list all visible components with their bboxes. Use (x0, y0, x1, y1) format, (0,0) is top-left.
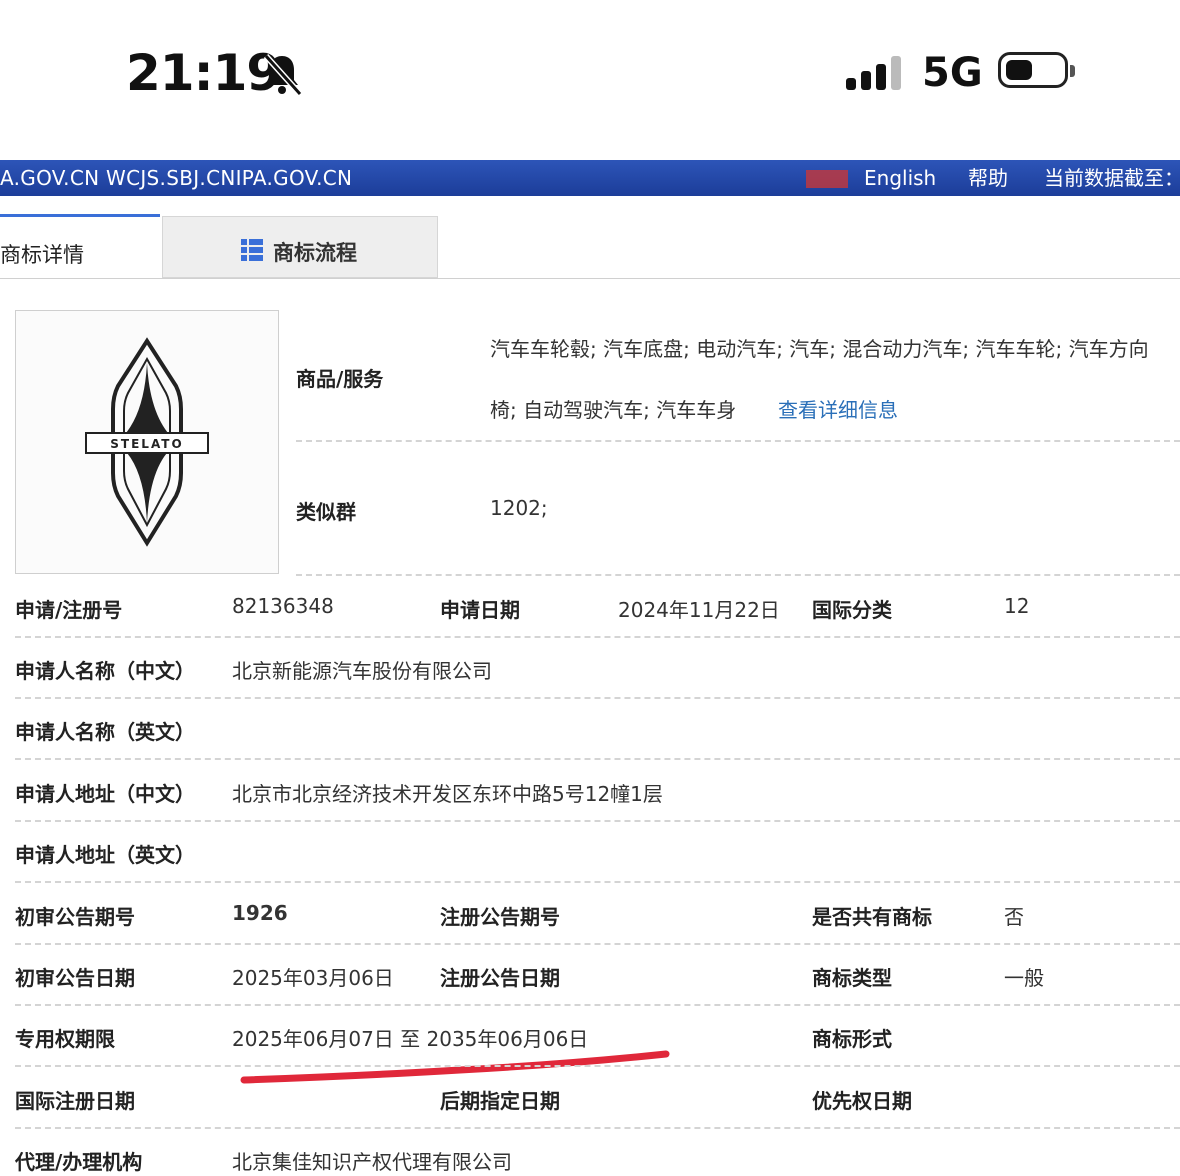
divider (296, 574, 1180, 576)
agent-value: 北京集佳知识产权代理有限公司 (232, 1150, 512, 1174)
intl-class-value: 12 (1004, 594, 1030, 618)
divider (15, 1127, 1180, 1129)
prelim-issue-label: 初审公告期号 (15, 905, 135, 929)
shared-label: 是否共有商标 (812, 905, 932, 929)
reg-issue-label: 注册公告期号 (440, 905, 560, 929)
priority-date-label: 优先权日期 (812, 1089, 912, 1113)
divider (296, 440, 1180, 442)
shared-value: 否 (1004, 905, 1024, 929)
divider (15, 820, 1180, 822)
flag-icon[interactable] (806, 170, 848, 188)
view-details-link[interactable]: 查看详细信息 (778, 394, 898, 423)
tab-trademark-process-label: 商标流程 (273, 241, 357, 265)
prelim-date-label: 初审公告日期 (15, 966, 135, 990)
intl-class-label: 国际分类 (812, 598, 892, 622)
stelato-logo: STELATO (85, 337, 209, 547)
intl-reg-date-label: 国际注册日期 (15, 1089, 135, 1113)
data-update-label: 当前数据截至： (1044, 166, 1180, 190)
tab-bar: 商标详情 商标流程 (0, 214, 1180, 279)
red-underline-annotation (240, 1050, 670, 1084)
english-link[interactable]: English (864, 160, 936, 196)
divider (15, 758, 1180, 760)
similar-group-label: 类似群 (296, 500, 356, 524)
term-label: 专用权期限 (15, 1027, 115, 1051)
address-cn-label: 申请人地址（中文） (15, 782, 195, 806)
trademark-image[interactable]: STELATO (15, 310, 279, 574)
applicant-en-label: 申请人名称（英文） (15, 720, 195, 744)
divider (15, 1004, 1180, 1006)
app-date-value: 2024年11月22日 (618, 598, 780, 622)
reg-no-value: 82136348 (232, 594, 334, 618)
tab-trademark-detail[interactable]: 商标详情 (0, 214, 160, 278)
applicant-cn-label: 申请人名称（中文） (15, 659, 195, 683)
help-link[interactable]: 帮助 (968, 160, 1008, 196)
address-cn-value: 北京市北京经济技术开发区东环中路5号12幢1层 (232, 782, 663, 806)
tab-trademark-process[interactable]: 商标流程 (162, 216, 438, 278)
signal-icon (846, 56, 906, 90)
site-header: A.GOV.CN WCJS.SBJ.CNIPA.GOV.CN English 帮… (0, 160, 1180, 196)
agent-label: 代理/办理机构 (15, 1150, 143, 1174)
list-icon (241, 239, 263, 261)
tab-trademark-detail-label: 商标详情 (0, 243, 84, 267)
prelim-date-value: 2025年03月06日 (232, 966, 394, 990)
reg-no-label: 申请/注册号 (15, 598, 123, 622)
similar-group-value: 1202; (490, 496, 548, 520)
type-value: 一般 (1004, 966, 1044, 990)
network-label: 5G (922, 50, 983, 96)
reg-date-label: 注册公告日期 (440, 966, 560, 990)
goods-line-2: 椅; 自动驾驶汽车; 汽车车身 (490, 398, 737, 422)
bell-muted-icon (263, 53, 303, 97)
goods-label: 商品/服务 (296, 367, 384, 391)
header-domains: A.GOV.CN WCJS.SBJ.CNIPA.GOV.CN (0, 166, 353, 190)
address-en-label: 申请人地址（英文） (15, 843, 195, 867)
battery-icon (998, 52, 1075, 88)
app-date-label: 申请日期 (440, 598, 520, 622)
divider (15, 1065, 1180, 1067)
divider (15, 636, 1180, 638)
divider (15, 881, 1180, 883)
divider (15, 943, 1180, 945)
later-date-label: 后期指定日期 (440, 1089, 560, 1113)
prelim-issue-value: 1926 (232, 901, 288, 925)
type-label: 商标类型 (812, 966, 892, 990)
divider (15, 697, 1180, 699)
logo-text: STELATO (110, 437, 183, 451)
goods-line-1: 汽车车轮毂; 汽车底盘; 电动汽车; 汽车; 混合动力汽车; 汽车车轮; 汽车方… (490, 337, 1149, 361)
applicant-cn-value: 北京新能源汽车股份有限公司 (232, 659, 492, 683)
form-label: 商标形式 (812, 1027, 892, 1051)
